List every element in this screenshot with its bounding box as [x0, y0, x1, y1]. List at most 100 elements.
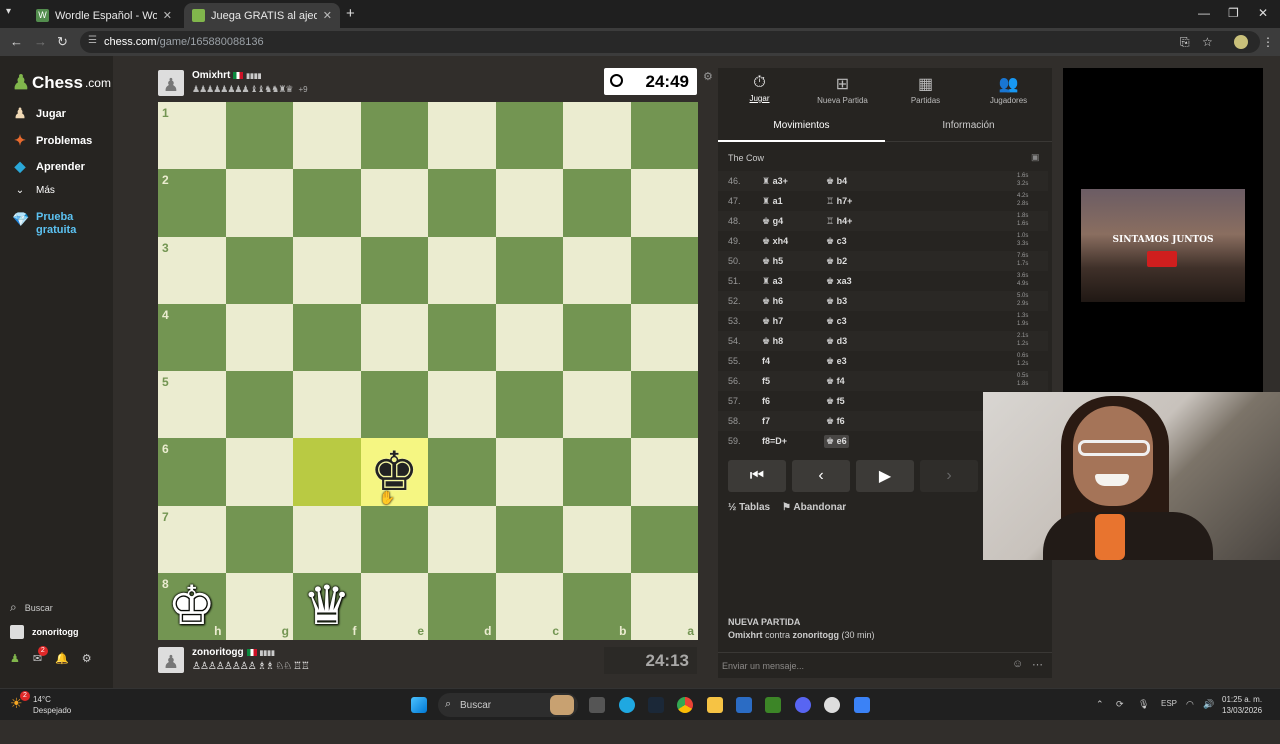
friends-icon[interactable]: ♟	[10, 652, 20, 665]
square-f7[interactable]	[293, 505, 361, 573]
square-g4[interactable]	[225, 303, 293, 371]
square-h5[interactable]: 5	[158, 371, 226, 439]
edge-icon[interactable]	[619, 697, 635, 713]
square-e3[interactable]	[360, 236, 428, 304]
white-move[interactable]: f6	[762, 396, 770, 406]
clock-widget[interactable]: 01:25 a. m. 13/03/2026	[1222, 694, 1262, 716]
restore-icon[interactable]: ❐	[1228, 6, 1239, 20]
tab-search-icon[interactable]: ▾	[6, 6, 11, 17]
square-b1[interactable]	[563, 102, 631, 170]
square-g2[interactable]	[225, 169, 293, 237]
discord-icon[interactable]	[795, 697, 811, 713]
square-b6[interactable]	[563, 438, 631, 506]
black-move[interactable]: ♚ c3	[826, 316, 847, 327]
reload-icon[interactable]: ↻	[57, 34, 68, 50]
black-move[interactable]: ♚ xa3	[826, 276, 852, 287]
back-icon[interactable]: ←	[10, 34, 23, 49]
bell-icon[interactable]: 🔔	[55, 652, 69, 665]
profile-avatar[interactable]	[1234, 35, 1248, 49]
square-a7[interactable]	[630, 505, 698, 573]
install-app-icon[interactable]: ⎘	[1180, 35, 1190, 50]
black-move[interactable]: ♚ e6	[824, 435, 849, 448]
square-c7[interactable]	[495, 505, 563, 573]
first-move-button[interactable]: ⏮	[728, 460, 786, 492]
sidebar-item-play[interactable]: ♟ Jugar	[12, 105, 66, 122]
sidebar-item-puzzles[interactable]: ✦ Problemas	[12, 132, 92, 149]
square-c1[interactable]	[495, 102, 563, 170]
square-f2[interactable]	[293, 169, 361, 237]
square-e8[interactable]: e	[360, 572, 428, 640]
square-d2[interactable]	[428, 169, 496, 237]
sync-icon[interactable]: ⟳	[1116, 699, 1124, 710]
tab-games[interactable]: ▦ Partidas	[884, 74, 967, 105]
square-a1[interactable]	[630, 102, 698, 170]
white-move[interactable]: ♜ a3	[762, 276, 783, 287]
chessboard[interactable]: 1 2 3 4 5 6 ♚ 7 8 h ♚ g f ♛ e d c b a	[158, 102, 698, 640]
tab-close-icon[interactable]: ✕	[163, 9, 172, 22]
white-move[interactable]: f8=D+	[762, 436, 787, 446]
top-player-name[interactable]: Omixhrt ▮▮▮▮	[192, 70, 262, 81]
sidebar-profile[interactable]: zonoritogg	[10, 625, 79, 639]
square-g5[interactable]	[225, 371, 293, 439]
avatar[interactable]: ♟	[158, 647, 184, 673]
square-d7[interactable]	[428, 505, 496, 573]
player-black-name[interactable]: zonoritogg	[793, 630, 840, 640]
black-move[interactable]: ♖ h4+	[826, 216, 852, 227]
square-b2[interactable]	[563, 169, 631, 237]
square-c4[interactable]	[495, 303, 563, 371]
sidebar-search[interactable]: ⌕ Buscar	[10, 600, 53, 615]
sidebar-item-more[interactable]: ⌄ Más	[12, 185, 55, 196]
white-move[interactable]: ♜ a3+	[762, 176, 788, 187]
avatar[interactable]: ♟	[158, 70, 184, 96]
minecraft-icon[interactable]	[765, 697, 781, 713]
black-move[interactable]: ♚ f6	[826, 416, 845, 427]
advertisement[interactable]: SINTAMOS JUNTOS	[1081, 189, 1245, 302]
square-a6[interactable]	[630, 438, 698, 506]
windows-start-icon[interactable]	[411, 697, 427, 713]
square-b5[interactable]	[563, 371, 631, 439]
draw-button[interactable]: ½ Tablas	[728, 502, 770, 513]
square-g3[interactable]	[225, 236, 293, 304]
square-h1[interactable]: 1	[158, 102, 226, 170]
tab-moves[interactable]: Movimientos	[718, 120, 885, 131]
site-info-icon[interactable]: ☰	[88, 35, 97, 46]
browser-menu-icon[interactable]: ⋮	[1262, 35, 1274, 49]
task-view-icon[interactable]	[589, 697, 605, 713]
black-move[interactable]: ♚ b4	[826, 176, 847, 187]
square-d4[interactable]	[428, 303, 496, 371]
square-d3[interactable]	[428, 236, 496, 304]
square-b3[interactable]	[563, 236, 631, 304]
white-move[interactable]: ♜ a1	[762, 196, 783, 207]
square-a3[interactable]	[630, 236, 698, 304]
square-f6[interactable]	[293, 438, 361, 506]
new-tab-icon[interactable]: +	[346, 5, 355, 22]
square-c5[interactable]	[495, 371, 563, 439]
square-h6[interactable]: 6	[158, 438, 226, 506]
black-move[interactable]: ♚ d3	[826, 336, 847, 347]
bottom-player-name[interactable]: zonoritogg ▮▮▮▮	[192, 647, 275, 658]
sidebar-item-free-trial[interactable]: 💎 Prueba gratuita	[12, 211, 76, 237]
black-move[interactable]: ♚ e3	[826, 356, 847, 367]
square-f8[interactable]: f ♛	[293, 572, 361, 640]
tab-information[interactable]: Información	[885, 120, 1052, 131]
square-f5[interactable]	[293, 371, 361, 439]
chrome-icon[interactable]	[677, 697, 693, 713]
gear-icon[interactable]: ⚙	[82, 652, 92, 665]
square-a4[interactable]	[630, 303, 698, 371]
square-c3[interactable]	[495, 236, 563, 304]
white-move[interactable]: ♚ h5	[762, 256, 783, 267]
forward-icon[interactable]: →	[34, 34, 47, 49]
resign-button[interactable]: ⚑ Abandonar	[782, 502, 846, 513]
square-e1[interactable]	[360, 102, 428, 170]
browser-tab-wordle[interactable]: W Wordle Español - Wordle ilimita ✕	[28, 3, 180, 28]
black-move[interactable]: ♚ c3	[826, 236, 847, 247]
sidebar-item-learn[interactable]: ◆ Aprender	[12, 158, 85, 175]
minimize-icon[interactable]: —	[1198, 6, 1210, 20]
square-h3[interactable]: 3	[158, 236, 226, 304]
square-f3[interactable]	[293, 236, 361, 304]
square-h4[interactable]: 4	[158, 303, 226, 371]
messages-icon[interactable]: ✉ 2	[33, 646, 48, 665]
square-c8[interactable]: c	[495, 572, 563, 640]
square-f4[interactable]	[293, 303, 361, 371]
square-a5[interactable]	[630, 371, 698, 439]
